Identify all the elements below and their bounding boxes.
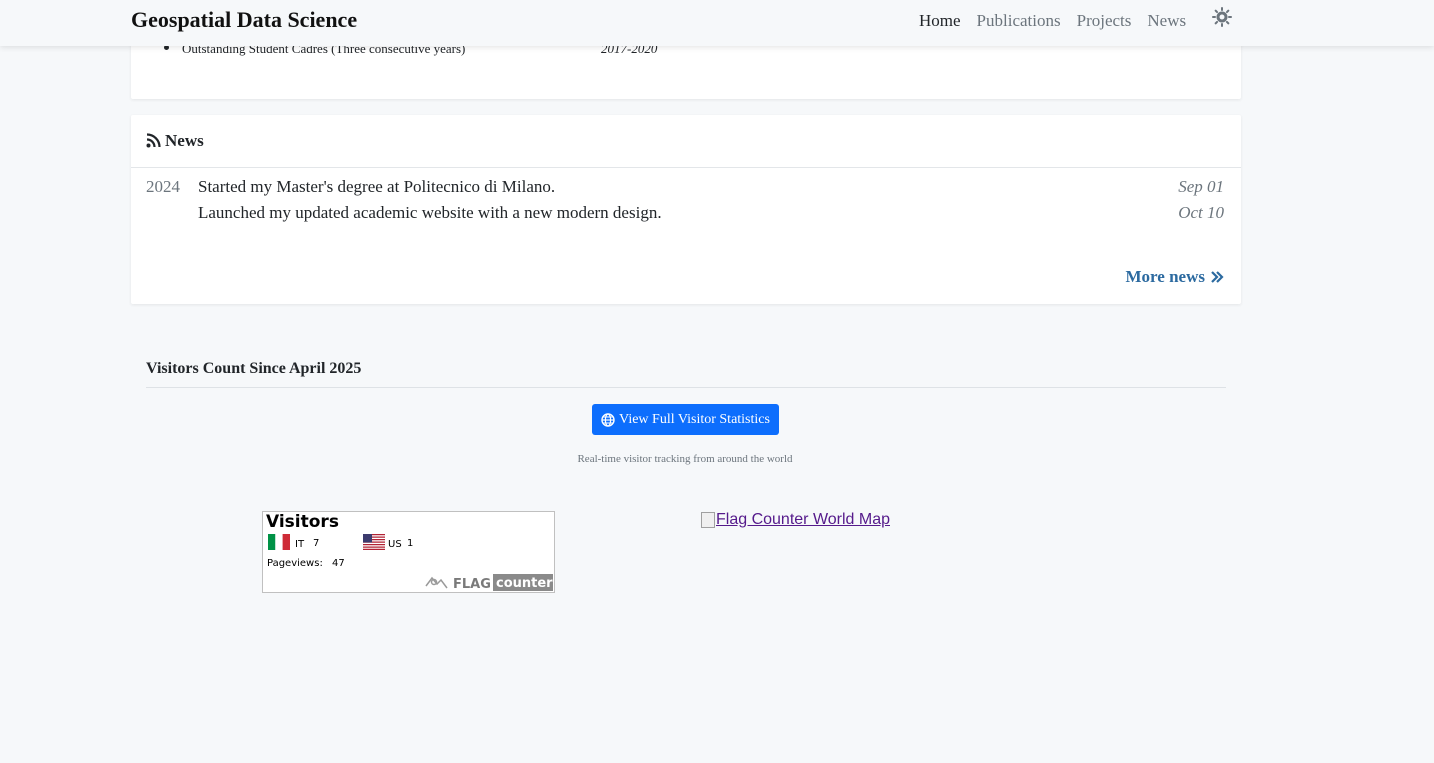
double-chevron-right-icon (1211, 271, 1224, 283)
nav-links: Home Publications Projects News (911, 11, 1194, 31)
world-map-link[interactable]: Flag Counter World Map (701, 511, 890, 529)
country-code: US (388, 539, 402, 550)
flag-counter-heading: Visitors (266, 512, 339, 532)
world-map-alt: Flag Counter World Map (716, 511, 890, 528)
news-date: Oct 10 (1178, 203, 1224, 222)
news-item: Started my Master's degree at Politecnic… (198, 177, 556, 196)
nav-news[interactable]: News (1139, 11, 1194, 31)
broken-image-icon (701, 512, 715, 528)
pageviews-label: Pageviews: (267, 558, 323, 569)
nav-projects[interactable]: Projects (1069, 11, 1140, 31)
tracking-note: Real-time visitor tracking from around t… (577, 453, 793, 465)
us-flag-icon (363, 534, 385, 550)
country-count: 1 (407, 538, 414, 549)
navbar: Geospatial Data Science Home Publication… (0, 0, 1434, 46)
news-date: Sep 01 (1178, 177, 1224, 196)
site-brand[interactable]: Geospatial Data Science (131, 7, 357, 33)
news-card: News 2024 Started my Master's degree at … (131, 115, 1241, 304)
more-news-label: More news (1125, 267, 1205, 286)
news-header: News (131, 115, 1241, 168)
news-item: Launched my updated academic website wit… (198, 203, 662, 222)
pageviews-count: 47 (332, 558, 345, 569)
sun-icon[interactable] (1211, 6, 1233, 28)
news-title: News (165, 131, 204, 150)
divider (146, 387, 1226, 388)
view-visitor-stats-button[interactable]: View Full Visitor Statistics (592, 404, 779, 435)
globe-icon (601, 412, 615, 427)
nav-home[interactable]: Home (911, 11, 969, 31)
visitors-title: Visitors Count Since April 2025 (146, 360, 362, 377)
country-code: IT (295, 539, 305, 550)
flag-counter-widget[interactable]: Visitors IT 7 US 1 Pageviews: 47 FLAG co… (262, 511, 555, 593)
nav-publications[interactable]: Publications (969, 11, 1069, 31)
more-news-link[interactable]: More news (1126, 267, 1224, 287)
view-visitor-stats-label: View Full Visitor Statistics (619, 411, 770, 427)
italy-flag-icon (268, 534, 290, 550)
pageviews-row: Pageviews: 47 (267, 558, 345, 569)
svg-text:FLAG: FLAG (453, 577, 491, 592)
rss-icon (146, 133, 161, 148)
country-count: 7 (313, 538, 320, 549)
flag-counter-logo: FLAG counter (423, 572, 554, 592)
news-year: 2024 (146, 177, 180, 196)
svg-text:counter: counter (496, 576, 553, 591)
